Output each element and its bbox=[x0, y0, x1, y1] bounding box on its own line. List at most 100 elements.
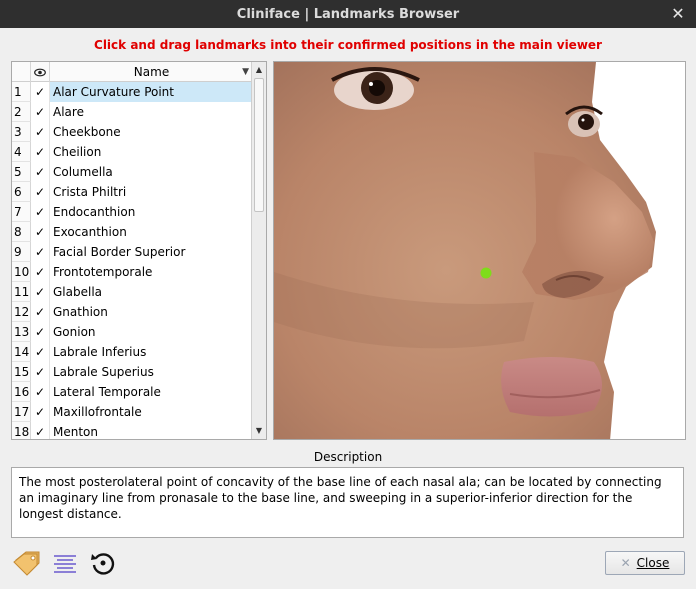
window-title: Cliniface | Landmarks Browser bbox=[236, 6, 460, 22]
close-icon: ✕ bbox=[620, 556, 631, 570]
close-icon[interactable]: ✕ bbox=[668, 4, 688, 24]
landmark-name[interactable]: Crista Philtri bbox=[50, 182, 253, 202]
visibility-checkbox[interactable]: ✓ bbox=[31, 162, 50, 182]
table-row[interactable]: 15 ✓ Labrale Superius bbox=[12, 362, 253, 382]
visibility-checkbox[interactable]: ✓ bbox=[31, 82, 50, 102]
landmark-name[interactable]: Labrale Inferius bbox=[50, 342, 253, 362]
header-name[interactable]: Name ▼ bbox=[50, 62, 253, 82]
table-row[interactable]: 8 ✓ Exocanthion bbox=[12, 222, 253, 242]
visibility-checkbox[interactable]: ✓ bbox=[31, 382, 50, 402]
table-scrollbar[interactable]: ▲ ▼ bbox=[251, 62, 266, 439]
landmark-name[interactable]: Gnathion bbox=[50, 302, 253, 322]
table-row[interactable]: 13 ✓ Gonion bbox=[12, 322, 253, 342]
row-index: 18 bbox=[12, 422, 31, 439]
table-row[interactable]: 1 ✓ Alar Curvature Point bbox=[12, 82, 253, 102]
row-index: 8 bbox=[12, 222, 31, 242]
description-box: The most posterolateral point of concavi… bbox=[11, 467, 684, 538]
align-center-icon[interactable] bbox=[50, 548, 80, 578]
visibility-checkbox[interactable]: ✓ bbox=[31, 202, 50, 222]
row-index: 17 bbox=[12, 402, 31, 422]
close-button[interactable]: ✕ Close bbox=[605, 551, 685, 575]
description-title: Description bbox=[313, 450, 383, 464]
row-index: 12 bbox=[12, 302, 31, 322]
visibility-checkbox[interactable]: ✓ bbox=[31, 322, 50, 342]
landmark-name[interactable]: Menton bbox=[50, 422, 253, 439]
reset-icon[interactable] bbox=[88, 548, 118, 578]
face-image bbox=[274, 62, 685, 439]
header-name-label: Name bbox=[133, 65, 170, 79]
landmark-point[interactable] bbox=[480, 267, 492, 279]
row-index: 13 bbox=[12, 322, 31, 342]
visibility-checkbox[interactable]: ✓ bbox=[31, 122, 50, 142]
visibility-checkbox[interactable]: ✓ bbox=[31, 282, 50, 302]
table-row[interactable]: 12 ✓ Gnathion bbox=[12, 302, 253, 322]
sort-indicator-icon: ▼ bbox=[242, 67, 249, 77]
table-row[interactable]: 3 ✓ Cheekbone bbox=[12, 122, 253, 142]
visibility-checkbox[interactable]: ✓ bbox=[31, 142, 50, 162]
row-index: 16 bbox=[12, 382, 31, 402]
visibility-checkbox[interactable]: ✓ bbox=[31, 342, 50, 362]
table-row[interactable]: 5 ✓ Columella bbox=[12, 162, 253, 182]
landmark-name[interactable]: Cheekbone bbox=[50, 122, 253, 142]
row-index: 6 bbox=[12, 182, 31, 202]
tag-icon[interactable] bbox=[12, 548, 42, 578]
row-index: 9 bbox=[12, 242, 31, 262]
landmark-name[interactable]: Endocanthion bbox=[50, 202, 253, 222]
visibility-checkbox[interactable]: ✓ bbox=[31, 102, 50, 122]
landmark-name[interactable]: Labrale Superius bbox=[50, 362, 253, 382]
table-row[interactable]: 14 ✓ Labrale Inferius bbox=[12, 342, 253, 362]
row-index: 14 bbox=[12, 342, 31, 362]
close-button-label: Close bbox=[636, 556, 670, 570]
table-row[interactable]: 16 ✓ Lateral Temporale bbox=[12, 382, 253, 402]
table-rows: 1 ✓ Alar Curvature Point 2 ✓ Alare 3 ✓ Cheekbone… bbox=[12, 82, 253, 439]
landmark-name[interactable]: Maxillofrontale bbox=[50, 402, 253, 422]
landmarks-table: Name ▼ 1 ✓ Alar Curvature Point 2 ✓ Alare 3 ✓ Ch… bbox=[11, 61, 267, 440]
face-viewer[interactable] bbox=[273, 61, 686, 440]
landmark-name[interactable]: Facial Border Superior bbox=[50, 242, 253, 262]
visibility-checkbox[interactable]: ✓ bbox=[31, 302, 50, 322]
scrollbar-thumb[interactable] bbox=[254, 78, 264, 212]
scroll-down-icon[interactable]: ▼ bbox=[252, 424, 266, 438]
landmark-name[interactable]: Alar Curvature Point bbox=[50, 82, 253, 102]
table-row[interactable]: 9 ✓ Facial Border Superior bbox=[12, 242, 253, 262]
header-index-column bbox=[12, 62, 31, 82]
landmark-name[interactable]: Alare bbox=[50, 102, 253, 122]
visibility-checkbox[interactable]: ✓ bbox=[31, 422, 50, 439]
table-row[interactable]: 7 ✓ Endocanthion bbox=[12, 202, 253, 222]
visibility-checkbox[interactable]: ✓ bbox=[31, 182, 50, 202]
table-row[interactable]: 11 ✓ Glabella bbox=[12, 282, 253, 302]
table-header: Name ▼ bbox=[12, 62, 253, 82]
row-index: 15 bbox=[12, 362, 31, 382]
row-index: 7 bbox=[12, 202, 31, 222]
title-bar: Cliniface | Landmarks Browser ✕ bbox=[0, 0, 696, 28]
table-row[interactable]: 10 ✓ Frontotemporale bbox=[12, 262, 253, 282]
visibility-checkbox[interactable]: ✓ bbox=[31, 222, 50, 242]
row-index: 5 bbox=[12, 162, 31, 182]
row-index: 11 bbox=[12, 282, 31, 302]
visibility-checkbox[interactable]: ✓ bbox=[31, 362, 50, 382]
landmark-name[interactable]: Exocanthion bbox=[50, 222, 253, 242]
landmarks-browser-window: Cliniface | Landmarks Browser ✕ Click an… bbox=[0, 0, 696, 589]
landmark-name[interactable]: Frontotemporale bbox=[50, 262, 253, 282]
table-row[interactable]: 6 ✓ Crista Philtri bbox=[12, 182, 253, 202]
eye-icon[interactable] bbox=[31, 62, 50, 82]
scroll-up-icon[interactable]: ▲ bbox=[252, 63, 266, 77]
toolbar bbox=[12, 548, 118, 578]
landmark-name[interactable]: Gonion bbox=[50, 322, 253, 342]
visibility-checkbox[interactable]: ✓ bbox=[31, 262, 50, 282]
landmark-name[interactable]: Cheilion bbox=[50, 142, 253, 162]
table-row[interactable]: 4 ✓ Cheilion bbox=[12, 142, 253, 162]
landmark-name[interactable]: Columella bbox=[50, 162, 253, 182]
row-index: 1 bbox=[12, 82, 31, 102]
landmark-name[interactable]: Glabella bbox=[50, 282, 253, 302]
table-row[interactable]: 2 ✓ Alare bbox=[12, 102, 253, 122]
landmark-name[interactable]: Lateral Temporale bbox=[50, 382, 253, 402]
instruction-text: Click and drag landmarks into their conf… bbox=[94, 38, 602, 52]
row-index: 3 bbox=[12, 122, 31, 142]
visibility-checkbox[interactable]: ✓ bbox=[31, 242, 50, 262]
row-index: 4 bbox=[12, 142, 31, 162]
table-row[interactable]: 18 ✓ Menton bbox=[12, 422, 253, 439]
table-row[interactable]: 17 ✓ Maxillofrontale bbox=[12, 402, 253, 422]
row-index: 2 bbox=[12, 102, 31, 122]
visibility-checkbox[interactable]: ✓ bbox=[31, 402, 50, 422]
